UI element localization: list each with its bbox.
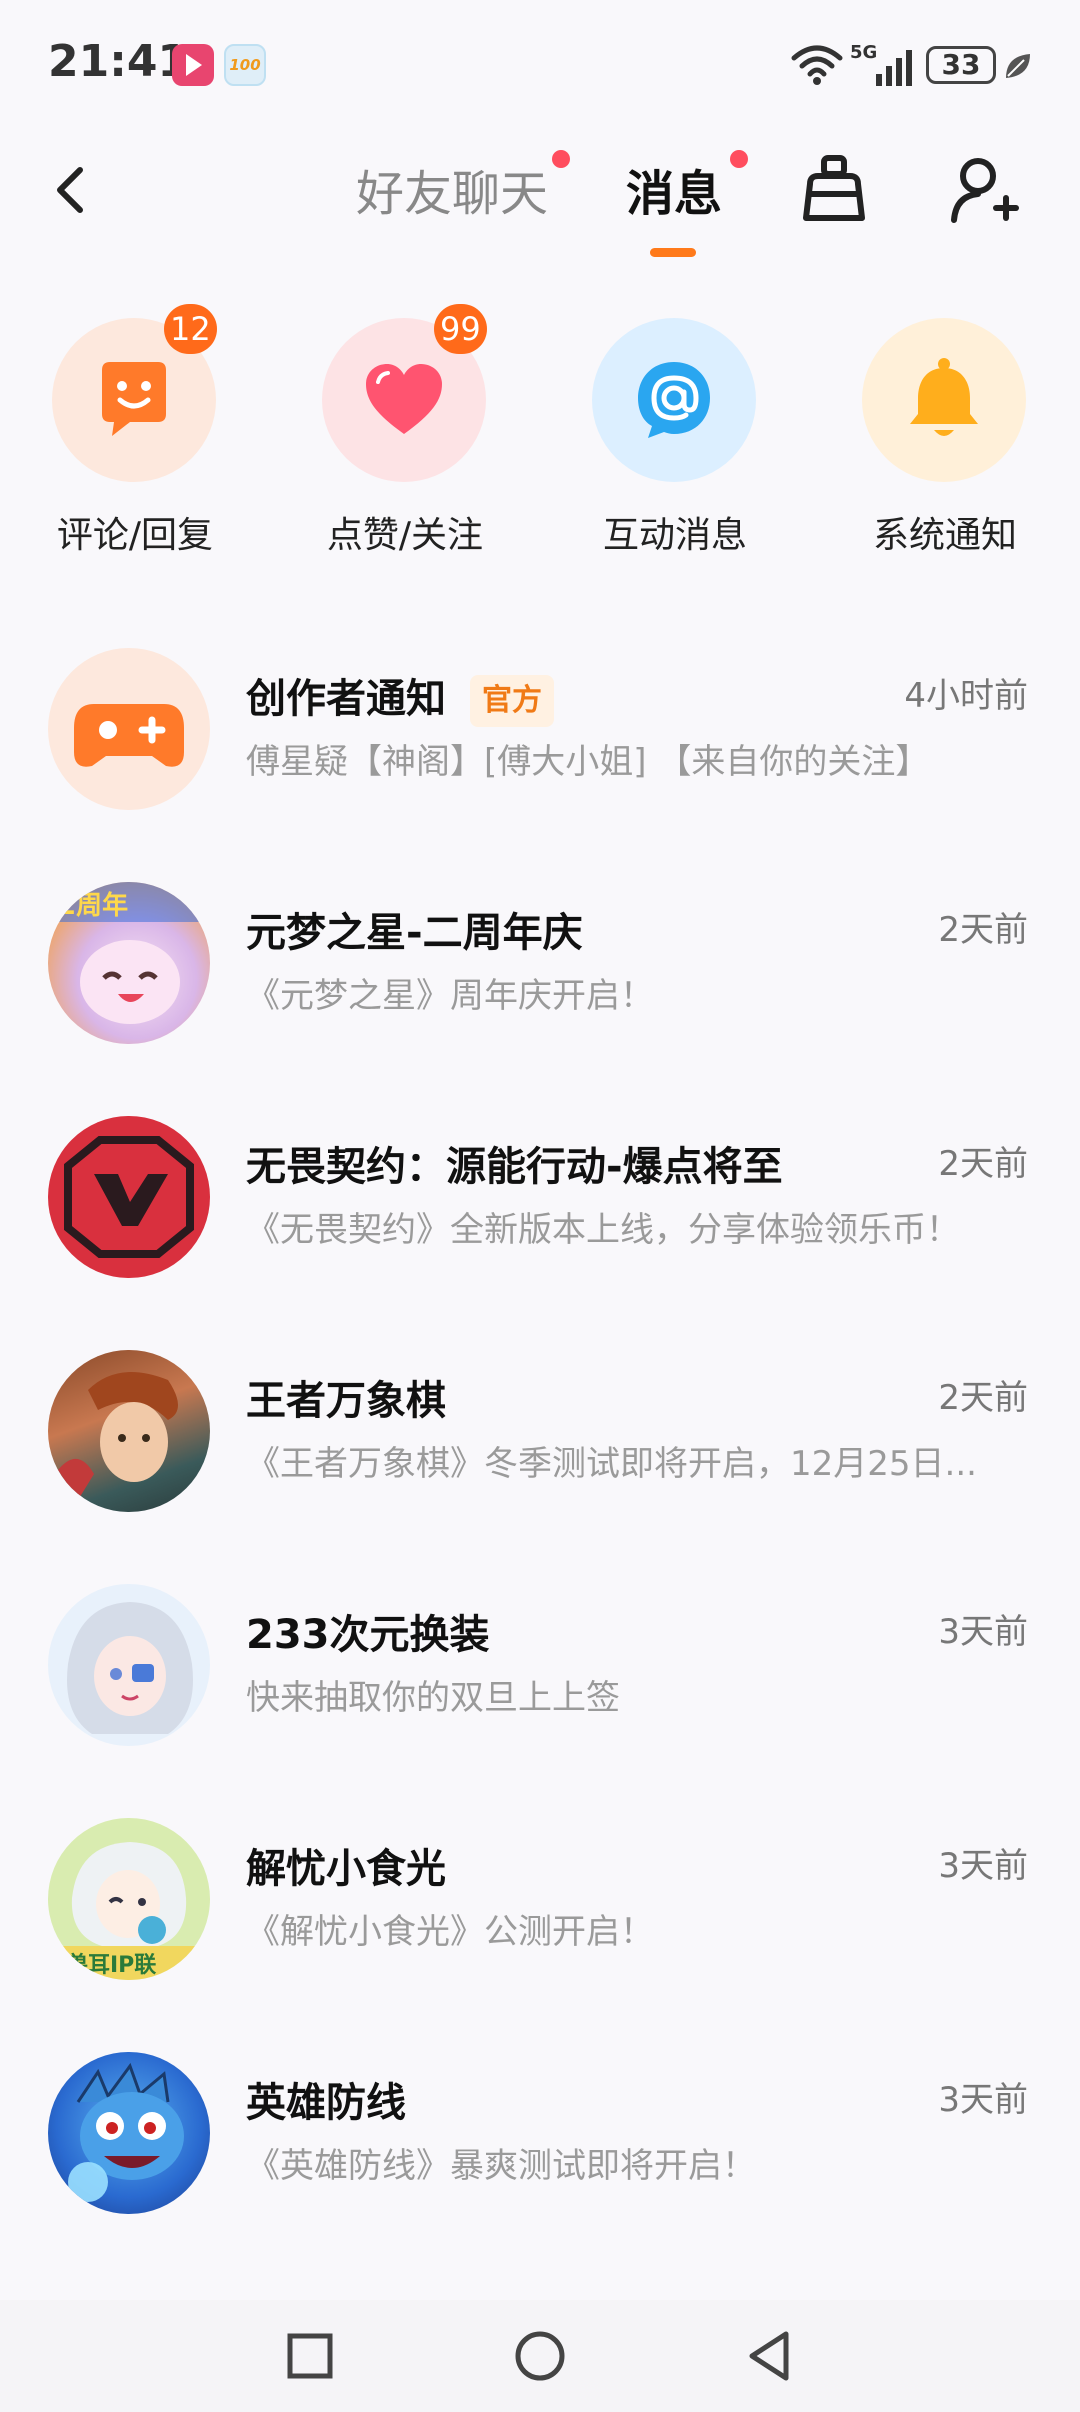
shortcut-interactions[interactable]: 互动消息 [540, 310, 760, 570]
official-badge: 官方 [470, 675, 554, 727]
shortcut-label: 系统通知 [872, 515, 1017, 556]
unread-dot [730, 150, 749, 168]
yuanmeng-avatar: 2周年 [48, 882, 210, 1044]
leaf-icon [1006, 54, 1030, 78]
jieyou-art: 兽耳IP联 [48, 1842, 210, 1980]
message-time: 3天前 [938, 2080, 1028, 2120]
tab-messages[interactable]: 消息 [626, 150, 749, 224]
message-time: 2天前 [938, 910, 1028, 950]
system-nav-bar [0, 2300, 1080, 2412]
shortcut-label: 互动消息 [602, 515, 747, 556]
yingxiong-art [68, 2062, 184, 2202]
message-preview: 《元梦之星》周年庆开启！ [246, 976, 654, 1016]
233-avatar [48, 1584, 210, 1746]
comment-count-badge: 12 [164, 304, 217, 354]
tab-friends-chat[interactable]: 好友聊天 [356, 150, 571, 224]
message-category-row: 12 评论/回复 99 点赞/关注 互动消息 系统通知 [0, 304, 1080, 570]
video-app-icon [172, 44, 214, 86]
comment-smile-icon [102, 362, 166, 436]
top-nav: 好友聊天 消息 [0, 130, 1080, 280]
233-art [67, 1602, 193, 1734]
status-bar: 21:41 100 5G 33 [0, 0, 1080, 130]
message-time: 2天前 [938, 1378, 1028, 1418]
likes-count-badge: 99 [434, 304, 487, 354]
message-item-yingxiong[interactable]: 英雄防线 3天前 《英雄防线》暴爽测试即将开启！ [0, 2034, 1080, 2234]
message-time: 4小时前 [904, 676, 1028, 716]
message-time: 2天前 [938, 1144, 1028, 1184]
message-title: 233次元换装 [246, 1612, 490, 1658]
active-tab-indicator [650, 248, 696, 257]
wifi-icon [791, 45, 843, 85]
clean-broom-icon[interactable] [800, 150, 868, 230]
yuanmeng-avatar-text: 2周年 [58, 890, 128, 921]
message-item-233[interactable]: 233次元换装 3天前 快来抽取你的双旦上上签 [0, 1566, 1080, 1766]
shortcut-label: 评论/回复 [56, 515, 214, 556]
shortcut-comments[interactable]: 12 评论/回复 [0, 304, 220, 570]
wangzhe-avatar [48, 1350, 210, 1512]
message-preview: 《英雄防线》暴爽测试即将开启！ [246, 2146, 756, 2186]
shortcut-system-notice[interactable]: 系统通知 [810, 310, 1030, 570]
message-title: 无畏契约：源能行动-爆点将至 [246, 1144, 783, 1190]
system-circle [862, 318, 1026, 482]
jieyou-avatar: 兽耳IP联 [48, 1818, 210, 1980]
back-nav-button[interactable] [740, 2326, 800, 2386]
add-friend-icon[interactable] [948, 150, 1020, 230]
message-item-yuanmeng[interactable]: 2周年 元梦之星-二周年庆 2天前 《元梦之星》周年庆开启！ [0, 864, 1080, 1064]
unread-dot [552, 150, 571, 168]
shortcut-likes[interactable]: 99 点赞/关注 [270, 304, 490, 570]
message-time: 3天前 [938, 1612, 1028, 1652]
valorant-logo-icon [64, 1136, 194, 1258]
yuanmeng-art: 2周年 [48, 882, 210, 1024]
tab-messages-label: 消息 [626, 166, 723, 222]
message-title: 元梦之星-二周年庆 [246, 910, 583, 956]
message-preview: 快来抽取你的双旦上上签 [246, 1678, 620, 1718]
message-time: 3天前 [938, 1846, 1028, 1886]
heart-icon [366, 364, 442, 434]
message-title: 解忧小食光 [246, 1846, 446, 1892]
yingxiong-avatar [48, 2052, 210, 2214]
tab-friends-label: 好友聊天 [356, 166, 549, 222]
message-item-wuwei[interactable]: 无畏契约：源能行动-爆点将至 2天前 《无畏契约》全新版本上线，分享体验领乐币！ [0, 1098, 1080, 1298]
message-title: 王者万象棋 [246, 1378, 446, 1424]
recent-apps-button[interactable] [280, 2326, 340, 2386]
message-item-wangzhe[interactable]: 王者万象棋 2天前 《王者万象棋》冬季测试即将开启，12月25日... [0, 1332, 1080, 1532]
status-time: 21:41 [48, 36, 189, 87]
message-preview: 《解忧小食光》公测开启！ [246, 1912, 654, 1952]
message-title: 创作者通知 官方 [246, 666, 554, 727]
jieyou-avatar-text: 兽耳IP联 [66, 1952, 156, 1978]
at-sign-icon [638, 362, 710, 438]
message-preview: 《无畏契约》全新版本上线，分享体验领乐币！ [246, 1210, 960, 1250]
interaction-circle [592, 318, 756, 482]
gamepad-icon [74, 704, 184, 767]
wangzhe-art [58, 1372, 178, 1500]
creator-notice-avatar [48, 648, 210, 810]
message-item-creator-notice[interactable]: 创作者通知 官方 4小时前 傅星疑【神阁】[傅大小姐] 【来自你的关注】 [0, 630, 1080, 830]
message-preview: 傅星疑【神阁】[傅大小姐] 【来自你的关注】 [246, 742, 930, 782]
shortcut-label: 点赞/关注 [326, 515, 484, 556]
signal-icon [876, 50, 912, 86]
battery-indicator: 33 [926, 46, 996, 84]
back-button[interactable] [40, 150, 100, 230]
wuwei-avatar [48, 1116, 210, 1278]
message-title-text: 创作者通知 [246, 676, 446, 722]
message-title: 英雄防线 [246, 2080, 406, 2126]
home-button[interactable] [510, 2326, 570, 2386]
app-100-icon: 100 [224, 44, 266, 86]
message-item-jieyou[interactable]: 兽耳IP联 解忧小食光 3天前 《解忧小食光》公测开启！ [0, 1800, 1080, 2000]
bell-icon [910, 358, 978, 436]
message-preview: 《王者万象棋》冬季测试即将开启，12月25日... [246, 1444, 977, 1484]
